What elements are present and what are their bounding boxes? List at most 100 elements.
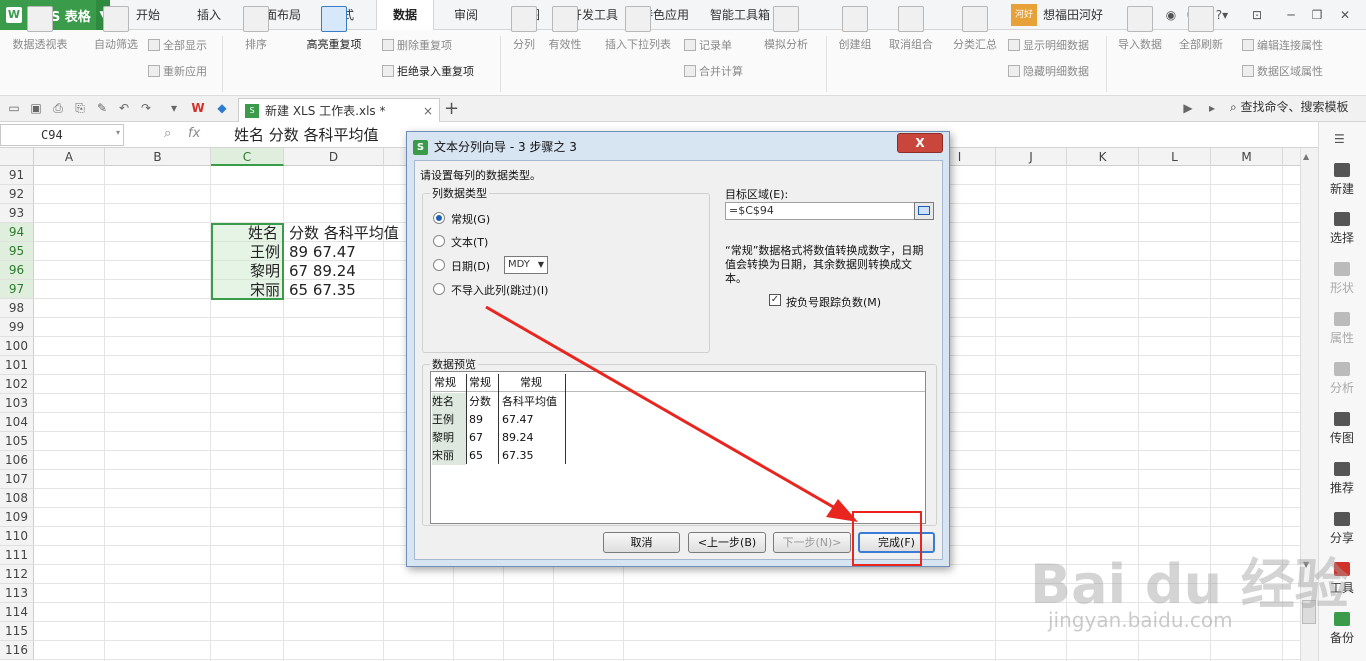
column-header-c[interactable]: C [211, 148, 284, 166]
row-header-103[interactable]: 103 [0, 394, 34, 413]
row-header-95[interactable]: 95 [0, 242, 34, 261]
record-button[interactable]: 记录单 [684, 36, 732, 56]
cell-d94[interactable]: 分数 各科平均值 [289, 224, 399, 243]
row-header-113[interactable]: 113 [0, 584, 34, 603]
tab-review[interactable]: 审阅 [446, 0, 486, 30]
format-painter-icon[interactable]: ✎ [94, 100, 110, 116]
autofilter-button[interactable]: 自动筛选 [90, 6, 142, 52]
preview-column-type[interactable]: 常规 [520, 374, 542, 392]
cube-icon[interactable]: ◆ [214, 100, 230, 116]
name-box[interactable]: C94 [0, 124, 124, 146]
back-button[interactable]: <上一步(B) [688, 532, 766, 553]
column-header-m[interactable]: M [1211, 148, 1283, 166]
scroll-up-icon[interactable]: ▲ [1303, 152, 1309, 161]
row-header-106[interactable]: 106 [0, 451, 34, 470]
sidebar-item-send-image[interactable]: 传图 [1318, 412, 1366, 446]
show-detail-button[interactable]: 显示明细数据 [1008, 36, 1089, 56]
row-header-105[interactable]: 105 [0, 432, 34, 451]
redo-icon[interactable]: ↷ [138, 100, 154, 116]
radio-date-label[interactable]: 日期(D) [451, 258, 490, 274]
cell-c95[interactable]: 王例 [250, 243, 280, 262]
user-badge[interactable]: 河好 [1011, 4, 1037, 26]
remove-duplicates-button[interactable]: 删除重复项 [382, 36, 452, 56]
row-header-101[interactable]: 101 [0, 356, 34, 375]
wps-w-icon[interactable]: W [190, 100, 206, 116]
radio-skip[interactable] [433, 283, 445, 295]
minimize-icon[interactable]: ─ [1282, 5, 1300, 25]
sidebar-item-new[interactable]: 新建 [1318, 163, 1366, 197]
cell-d95[interactable]: 89 67.47 [289, 243, 356, 262]
row-header-114[interactable]: 114 [0, 603, 34, 622]
fx-icon[interactable]: fx [188, 126, 200, 141]
cell-d96[interactable]: 67 89.24 [289, 262, 356, 281]
import-data-button[interactable]: 导入数据 [1114, 6, 1166, 52]
save-icon[interactable]: ▣ [28, 100, 44, 116]
row-header-100[interactable]: 100 [0, 337, 34, 356]
row-header-94[interactable]: 94 [0, 223, 34, 242]
range-picker-button[interactable] [914, 202, 934, 220]
cell-c94[interactable]: 姓名 [248, 224, 278, 243]
insert-dropdown-button[interactable]: 插入下拉列表 [600, 6, 676, 52]
column-header-j[interactable]: J [996, 148, 1067, 166]
ungroup-button[interactable]: 取消组合 [880, 6, 942, 52]
validity-button[interactable]: 有效性 [544, 6, 586, 52]
radio-text-label[interactable]: 文本(T) [451, 234, 488, 250]
radio-text[interactable] [433, 235, 445, 247]
row-header-112[interactable]: 112 [0, 565, 34, 584]
simulate-button[interactable]: 模拟分析 [756, 6, 816, 52]
select-all-corner[interactable] [0, 148, 34, 166]
row-header-97[interactable]: 97 [0, 280, 34, 299]
video-icon[interactable]: ▶ [1180, 100, 1196, 116]
track-negative-label[interactable]: 按负号跟踪负数(M) [786, 294, 881, 310]
row-header-92[interactable]: 92 [0, 185, 34, 204]
row-header-99[interactable]: 99 [0, 318, 34, 337]
split-button[interactable]: 分列 [508, 6, 540, 52]
formula-content[interactable]: 姓名 分数 各科平均值 [234, 122, 379, 148]
sort-button[interactable]: 排序 [230, 6, 282, 52]
sidebar-item-shape[interactable]: 形状 [1318, 262, 1366, 296]
cell-d97[interactable]: 65 67.35 [289, 281, 356, 300]
row-header-110[interactable]: 110 [0, 527, 34, 546]
highlight-duplicates-button[interactable]: 高亮重复项 [298, 6, 370, 52]
row-header-107[interactable]: 107 [0, 470, 34, 489]
row-header-104[interactable]: 104 [0, 413, 34, 432]
row-header-93[interactable]: 93 [0, 204, 34, 223]
namebox-dropdown-icon[interactable]: ▾ [116, 128, 120, 137]
radio-general-label[interactable]: 常规(G) [451, 211, 490, 227]
radio-skip-label[interactable]: 不导入此列(跳过)(I) [451, 282, 548, 298]
dialog-close-button[interactable]: X [897, 133, 943, 153]
customize-dropdown-icon[interactable]: ▾ [166, 100, 182, 116]
undo-icon[interactable]: ↶ [116, 100, 132, 116]
search-command-box[interactable]: ⌕ 查找命令、搜索模板 [1230, 98, 1349, 115]
maximize-icon[interactable]: ❐ [1308, 5, 1326, 25]
print-preview-icon[interactable]: ⎙ [50, 100, 66, 116]
row-header-96[interactable]: 96 [0, 261, 34, 280]
dialog-title-bar[interactable]: S 文本分列向导 - 3 步骤之 3 [413, 137, 577, 157]
reapply-button[interactable]: 重新应用 [148, 62, 207, 82]
refresh-all-button[interactable]: 全部刷新 [1172, 6, 1230, 52]
subtotal-button[interactable]: 分类汇总 [948, 6, 1002, 52]
target-range-input[interactable]: =$C$94 [725, 202, 934, 220]
open-icon[interactable]: ▭ [6, 100, 22, 116]
sidebar-item-property[interactable]: 属性 [1318, 312, 1366, 346]
create-group-button[interactable]: 创建组 [834, 6, 876, 52]
row-header-108[interactable]: 108 [0, 489, 34, 508]
range-properties-button[interactable]: 数据区域属性 [1242, 62, 1323, 82]
radio-general[interactable] [433, 212, 445, 224]
cell-c97[interactable]: 宋丽 [250, 281, 280, 300]
merge-calc-button[interactable]: 合并计算 [684, 62, 743, 82]
print-icon[interactable]: ⎘ [72, 100, 88, 116]
row-header-115[interactable]: 115 [0, 622, 34, 641]
row-header-102[interactable]: 102 [0, 375, 34, 394]
column-header-l[interactable]: L [1139, 148, 1211, 166]
minimize-ribbon-icon[interactable]: ⊡ [1248, 5, 1266, 25]
column-header-b[interactable]: B [105, 148, 211, 166]
row-header-109[interactable]: 109 [0, 508, 34, 527]
document-tab[interactable]: S 新建 XLS 工作表.xls * × [238, 98, 440, 122]
preview-column-type[interactable]: 常规 [469, 374, 491, 392]
column-header-k[interactable]: K [1067, 148, 1139, 166]
send-icon[interactable]: ▸ [1204, 100, 1220, 116]
zoom-function-icon[interactable]: ⌕ [164, 126, 171, 141]
pivot-table-button[interactable]: 数据透视表 [8, 6, 72, 52]
tab-data[interactable]: 数据 [376, 0, 434, 30]
